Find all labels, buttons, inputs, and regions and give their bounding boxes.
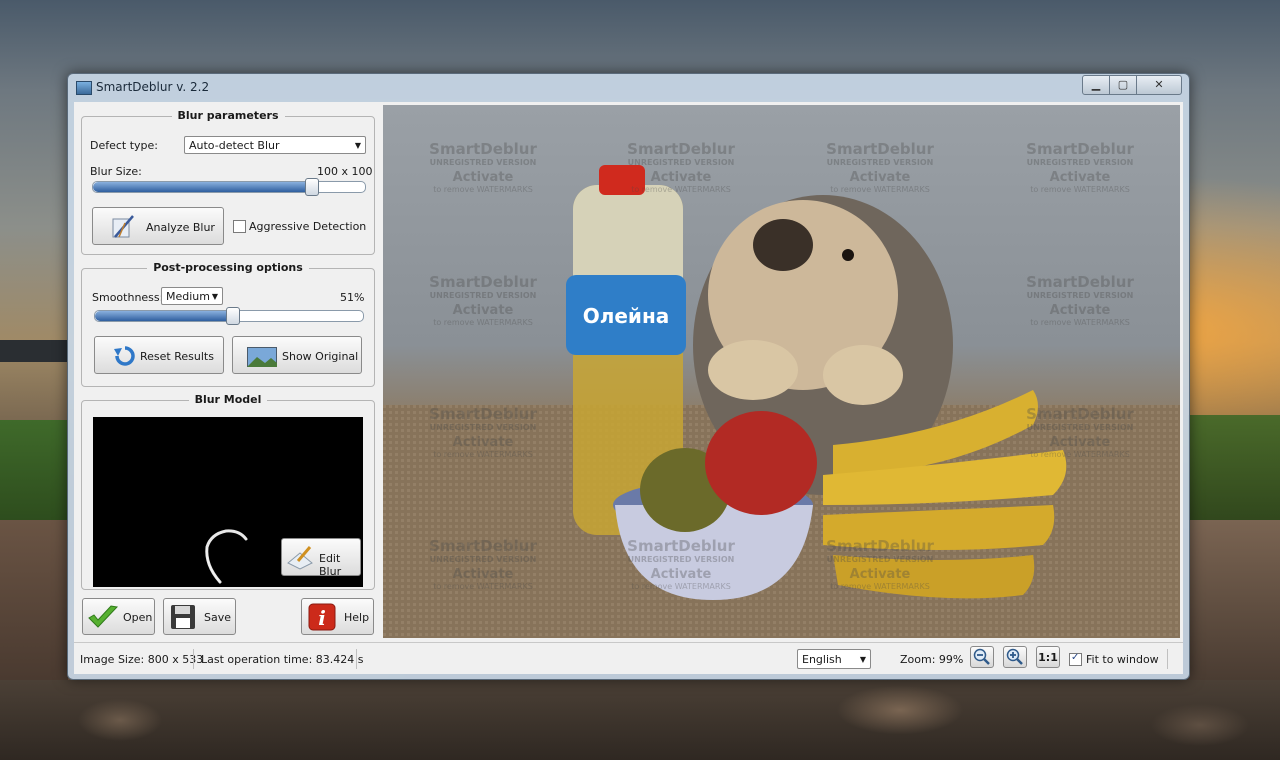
title-bar[interactable]: SmartDeblur v. 2.2 ▁ ▢ ✕ — [68, 74, 1189, 100]
watermark: SmartDeblur UNREGISTRED VERSION Activate t… — [429, 140, 537, 194]
blur-parameters-group: Blur parameters Defect type: Auto-detect… — [81, 109, 375, 255]
save-label: Save — [204, 611, 232, 624]
zoom-in-icon — [1006, 648, 1023, 665]
blur-size-value: 100 x 100 — [317, 165, 373, 178]
watermark: SmartDeblur UNREGISTRED VERSION Activate t… — [1026, 273, 1134, 327]
open-label: Open — [123, 611, 153, 624]
window-app-icon — [76, 81, 92, 95]
smoothness-slider[interactable] — [94, 307, 364, 325]
status-separator — [1167, 649, 1168, 669]
fit-to-window-checkbox[interactable] — [1069, 652, 1082, 666]
maximize-button[interactable]: ▢ — [1109, 75, 1137, 95]
post-processing-title: Post-processing options — [147, 261, 309, 274]
analyze-icon — [112, 215, 134, 238]
blur-size-slider-thumb[interactable] — [305, 178, 319, 196]
desktop-rocks — [0, 680, 1280, 760]
minimize-icon: ▁ — [1091, 78, 1101, 91]
help-label: Help — [344, 611, 370, 624]
close-icon: ✕ — [1154, 78, 1164, 91]
watermark: SmartDeblur UNREGISTRED VERSION Activate t… — [826, 537, 934, 591]
blur-model-group: Blur Model Edit Blur — [81, 393, 375, 590]
watermark: SmartDeblur UNREGISTRED VERSION Activate t… — [429, 405, 537, 459]
smoothness-select[interactable]: Medium ▼ — [161, 287, 223, 305]
edit-blur-icon — [287, 546, 313, 570]
desktop-rocks-right — [1188, 520, 1280, 680]
maximize-icon: ▢ — [1117, 78, 1129, 91]
language-select[interactable]: English ▼ — [797, 649, 871, 669]
help-button[interactable]: i Help — [301, 598, 374, 635]
reset-icon — [114, 346, 135, 366]
desktop-rocks-left — [0, 520, 68, 680]
smoothness-slider-thumb[interactable] — [226, 307, 240, 325]
minimize-button[interactable]: ▁ — [1082, 75, 1110, 95]
status-separator — [356, 649, 357, 669]
bottle-label: Олейна — [583, 304, 670, 328]
desktop-grass-right — [1188, 415, 1280, 525]
language-value: English — [802, 653, 842, 666]
window-title: SmartDeblur v. 2.2 — [96, 80, 210, 94]
open-check-icon — [88, 605, 119, 628]
actual-size-button[interactable]: 1:1 — [1036, 646, 1060, 668]
watermark: SmartDeblur UNREGISTRED VERSION Activate t… — [1026, 405, 1134, 459]
watermark: SmartDeblur UNREGISTRED VERSION Activate t… — [1026, 140, 1134, 194]
original-image-icon — [247, 347, 277, 367]
fit-to-window-label[interactable]: Fit to window — [1086, 653, 1159, 666]
blur-size-slider[interactable] — [92, 178, 366, 196]
edit-blur-button[interactable]: Edit Blur — [281, 538, 361, 578]
edit-blur-label: Edit Blur — [319, 552, 342, 578]
blur-size-label: Blur Size: — [90, 165, 142, 178]
chevron-down-icon: ▼ — [354, 141, 361, 150]
post-processing-group: Post-processing options Smoothness: Medi… — [81, 261, 375, 387]
watermark: SmartDeblur UNREGISTRED VERSION Activate t… — [826, 140, 934, 194]
smoothness-percent: 51% — [340, 291, 365, 304]
smoothness-value: Medium — [166, 290, 210, 303]
watermark: SmartDeblur UNREGISTRED VERSION Activate t… — [429, 537, 537, 591]
open-button[interactable]: Open — [82, 598, 155, 635]
help-icon: i — [308, 603, 336, 631]
zoom-out-icon — [973, 648, 990, 665]
desktop-bridge — [0, 340, 68, 362]
save-button[interactable]: Save — [163, 598, 236, 635]
reset-results-button[interactable]: Reset Results — [94, 336, 224, 374]
image-preview[interactable]: Олейна SmartDeblur UNREGISTRED VERSION Ac… — [383, 105, 1180, 638]
image-size-status: Image Size: 800 x 533 — [80, 653, 204, 666]
show-original-label: Show Original — [282, 350, 359, 363]
watermark: SmartDeblur UNREGISTRED VERSION Activate t… — [429, 273, 537, 327]
defect-type-select[interactable]: Auto-detect Blur ▼ — [184, 136, 366, 154]
svg-text:i: i — [318, 606, 326, 630]
client-area: Blur parameters Defect type: Auto-detect… — [74, 102, 1183, 674]
blur-model-canvas[interactable]: Edit Blur — [93, 417, 363, 587]
status-separator — [193, 649, 194, 669]
zoom-in-button[interactable] — [1003, 646, 1027, 668]
watermark: SmartDeblur UNREGISTRED VERSION Activate t… — [627, 537, 735, 591]
analyze-blur-button[interactable]: Analyze Blur — [92, 207, 224, 245]
blur-model-title: Blur Model — [188, 393, 268, 406]
chevron-down-icon: ▼ — [859, 655, 866, 664]
last-operation-status: Last operation time: 83.424 s — [201, 653, 364, 666]
smoothness-slider-fill — [95, 311, 232, 321]
status-bar: Image Size: 800 x 533 Last operation tim… — [74, 642, 1183, 674]
zoom-status: Zoom: 99% — [900, 653, 964, 666]
show-original-button[interactable]: Show Original — [232, 336, 362, 374]
desktop-grass-left — [0, 420, 70, 530]
chevron-down-icon: ▼ — [211, 292, 218, 301]
aggressive-detection-checkbox[interactable] — [233, 220, 246, 233]
app-window: SmartDeblur v. 2.2 ▁ ▢ ✕ Blur parameters… — [67, 73, 1190, 680]
defect-type-value: Auto-detect Blur — [189, 139, 280, 152]
zoom-out-button[interactable] — [970, 646, 994, 668]
blur-size-slider-fill — [93, 182, 311, 192]
defect-type-label: Defect type: — [90, 139, 159, 152]
blur-parameters-title: Blur parameters — [171, 109, 285, 122]
save-disk-icon — [171, 605, 195, 629]
watermark: SmartDeblur UNREGISTRED VERSION Activate t… — [627, 140, 735, 194]
aggressive-detection-label[interactable]: Aggressive Detection — [249, 220, 366, 233]
close-button[interactable]: ✕ — [1136, 75, 1182, 95]
smoothness-label: Smoothness: — [92, 291, 164, 304]
reset-results-label: Reset Results — [140, 350, 214, 363]
analyze-blur-label: Analyze Blur — [146, 221, 215, 234]
